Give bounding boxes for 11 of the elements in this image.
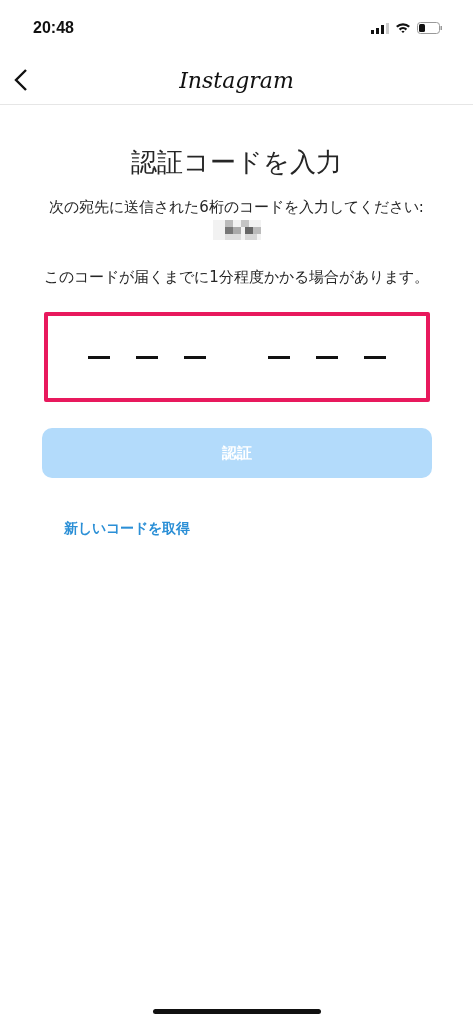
code-input-field[interactable] bbox=[43, 312, 430, 402]
back-icon[interactable] bbox=[14, 68, 28, 92]
signal-icon bbox=[371, 22, 389, 34]
status-time: 20:48 bbox=[33, 19, 74, 37]
resend-code-link[interactable]: 新しいコードを取得 bbox=[64, 520, 190, 538]
page-heading: 認証コードを入力 bbox=[131, 146, 342, 179]
instruction-text: 次の宛先に送信された6桁のコードを入力してください: bbox=[48, 197, 425, 218]
app-logo: Instagram bbox=[179, 67, 294, 93]
battery-icon bbox=[417, 22, 443, 34]
wifi-icon bbox=[395, 22, 411, 34]
delay-note: このコードが届くまでに1分程度かかる場合があります。 bbox=[43, 267, 430, 288]
